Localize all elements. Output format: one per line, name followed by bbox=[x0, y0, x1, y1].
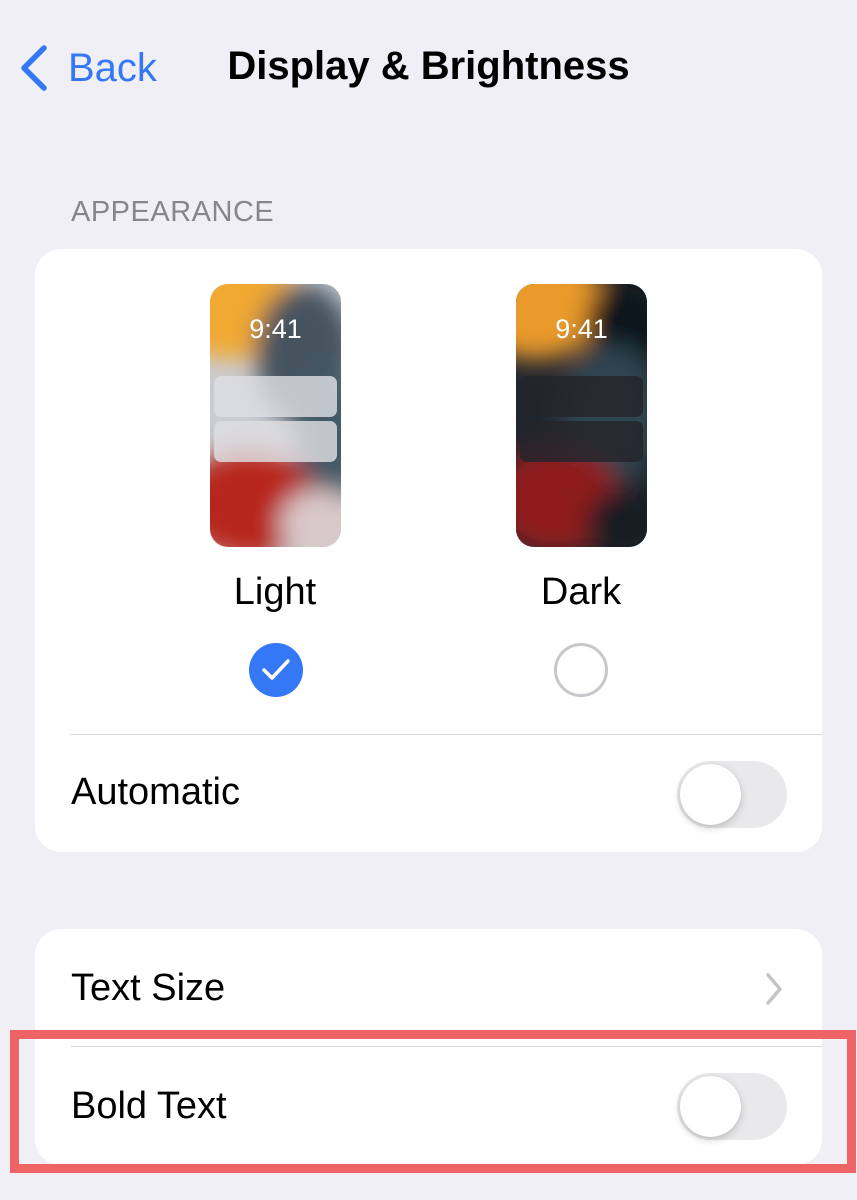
bold-text-label: Bold Text bbox=[71, 1085, 227, 1127]
light-mode-label: Light bbox=[233, 571, 317, 613]
dark-mode-preview[interactable]: 9:41 bbox=[516, 284, 647, 547]
chevron-right-icon bbox=[766, 973, 782, 1005]
dark-preview-notification bbox=[520, 421, 643, 462]
toggle-knob bbox=[680, 1076, 741, 1137]
page-title: Display & Brightness bbox=[227, 44, 630, 88]
light-preview-notification bbox=[214, 421, 337, 462]
divider bbox=[70, 734, 822, 735]
checkmark-icon bbox=[262, 659, 290, 680]
light-preview-notification bbox=[214, 376, 337, 417]
dark-preview-notification bbox=[520, 376, 643, 417]
light-mode-radio[interactable] bbox=[249, 643, 303, 697]
automatic-label: Automatic bbox=[71, 771, 240, 813]
light-mode-preview[interactable]: 9:41 bbox=[210, 284, 341, 547]
bold-text-toggle[interactable] bbox=[677, 1073, 787, 1140]
light-preview-time: 9:41 bbox=[249, 314, 302, 344]
appearance-card: 9:41 9:41 Light Dark Automatic bbox=[35, 249, 822, 852]
toggle-knob bbox=[680, 764, 741, 825]
automatic-toggle[interactable] bbox=[677, 761, 787, 828]
text-size-label: Text Size bbox=[71, 967, 226, 1009]
section-header-appearance: APPEARANCE bbox=[71, 196, 275, 228]
text-settings-card: Text Size Bold Text bbox=[35, 929, 822, 1165]
dark-preview-time: 9:41 bbox=[555, 314, 608, 344]
divider bbox=[71, 1046, 822, 1047]
dark-mode-radio[interactable] bbox=[554, 643, 608, 697]
dark-mode-label: Dark bbox=[540, 571, 622, 613]
